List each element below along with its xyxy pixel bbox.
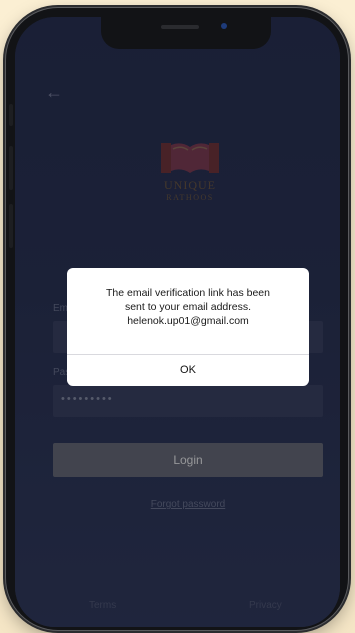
dialog-message-line: sent to your email address.: [124, 301, 252, 313]
volume-up-button: [9, 146, 13, 190]
ok-button[interactable]: OK: [67, 355, 309, 386]
mute-switch: [9, 104, 13, 126]
phone-notch: [101, 17, 271, 49]
dialog-message-line: The email verification link has been: [105, 287, 270, 299]
dialog-message-email: helenok.up01@gmail.com: [127, 315, 249, 327]
phone-frame: ← UNIQUE RATHOOS Email Password: [6, 8, 348, 630]
verification-dialog: The email verification link has been sen…: [67, 268, 309, 386]
speaker-grille: [161, 25, 199, 29]
front-camera: [221, 23, 227, 29]
volume-down-button: [9, 204, 13, 248]
dialog-message: The email verification link has been sen…: [67, 268, 309, 354]
app-screen: ← UNIQUE RATHOOS Email Password: [15, 17, 340, 627]
page-background: ← UNIQUE RATHOOS Email Password: [0, 0, 355, 633]
